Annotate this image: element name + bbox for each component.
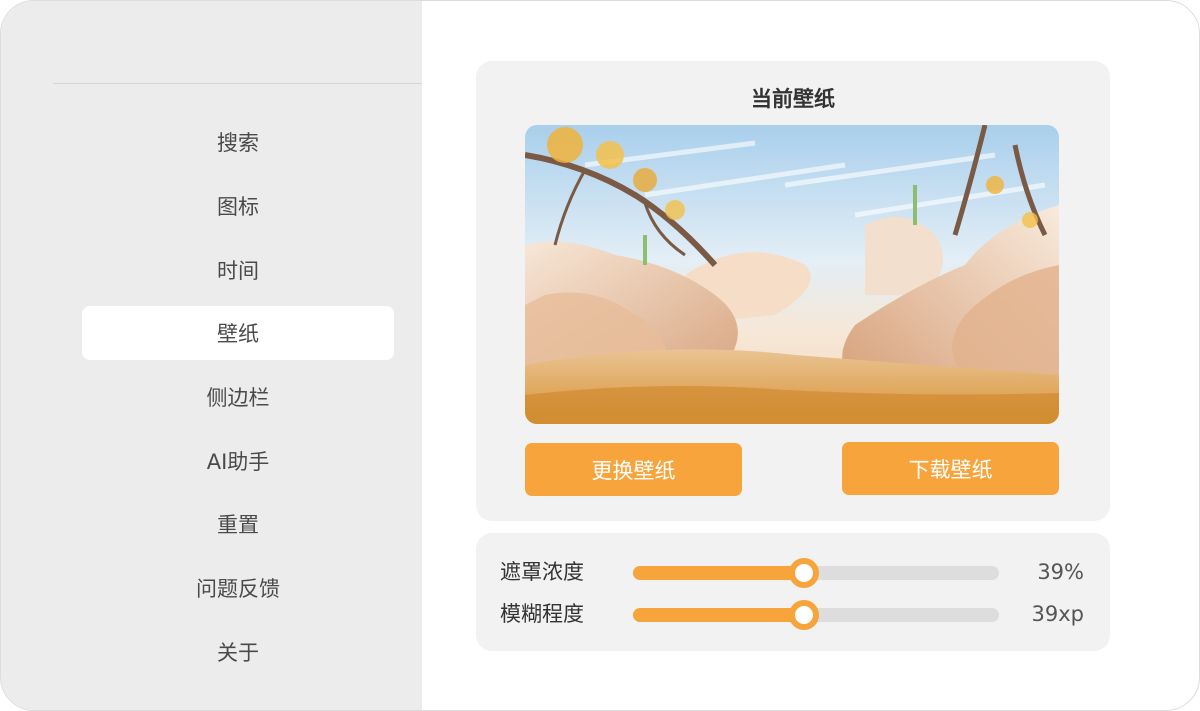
sidebar-item-label: 关于 — [217, 641, 259, 665]
sidebar-item-feedback[interactable]: 问题反馈 — [82, 561, 394, 615]
settings-window: 搜索 图标 时间 壁纸 侧边栏 AI助手 重置 问题反馈 关于 当前壁纸 更换壁… — [0, 0, 1200, 711]
slider-fill — [633, 608, 805, 622]
sidebar-item-search[interactable]: 搜索 — [82, 115, 394, 169]
mask-opacity-value: 39% — [1037, 560, 1084, 584]
sidebar-item-label: 侧边栏 — [206, 386, 270, 410]
wallpaper-preview — [525, 125, 1059, 424]
slider-thumb[interactable] — [789, 558, 820, 588]
slider-thumb[interactable] — [789, 600, 820, 630]
sidebar-item-label: 重置 — [217, 513, 259, 537]
sidebar-item-label: 图标 — [217, 195, 259, 219]
wallpaper-title: 当前壁纸 — [751, 87, 835, 111]
sidebar-item-sidebar[interactable]: 侧边栏 — [82, 370, 394, 424]
sidebar-item-label: 搜索 — [217, 131, 259, 155]
mask-opacity-slider[interactable] — [633, 558, 999, 588]
slider-fill — [633, 566, 805, 580]
slider-card: 遮罩浓度 39% 模糊程度 39xp — [476, 533, 1110, 651]
sidebar-item-about[interactable]: 关于 — [82, 625, 394, 679]
blur-value: 39xp — [1031, 602, 1084, 626]
sidebar-item-icons[interactable]: 图标 — [82, 179, 394, 233]
blur-row: 模糊程度 39xp — [476, 599, 1110, 630]
sidebar: 搜索 图标 时间 壁纸 侧边栏 AI助手 重置 问题反馈 关于 — [1, 1, 422, 710]
sidebar-item-label: 壁纸 — [217, 322, 259, 346]
download-wallpaper-button[interactable]: 下载壁纸 — [842, 442, 1059, 495]
mask-opacity-label: 遮罩浓度 — [500, 560, 584, 584]
sidebar-item-reset[interactable]: 重置 — [82, 497, 394, 551]
sidebar-item-time[interactable]: 时间 — [82, 243, 394, 297]
blur-slider[interactable] — [633, 600, 999, 630]
sidebar-item-wallpaper[interactable]: 壁纸 — [82, 306, 394, 360]
mask-opacity-row: 遮罩浓度 39% — [476, 557, 1110, 588]
sidebar-item-label: 问题反馈 — [196, 577, 280, 601]
change-wallpaper-button[interactable]: 更换壁纸 — [525, 443, 742, 496]
sidebar-item-label: AI助手 — [206, 450, 270, 474]
sidebar-divider — [53, 83, 422, 84]
sidebar-item-ai-assistant[interactable]: AI助手 — [82, 434, 394, 488]
sidebar-item-label: 时间 — [217, 259, 259, 283]
blur-label: 模糊程度 — [500, 602, 584, 626]
wallpaper-card: 当前壁纸 更换壁纸 下载壁纸 — [476, 61, 1110, 521]
